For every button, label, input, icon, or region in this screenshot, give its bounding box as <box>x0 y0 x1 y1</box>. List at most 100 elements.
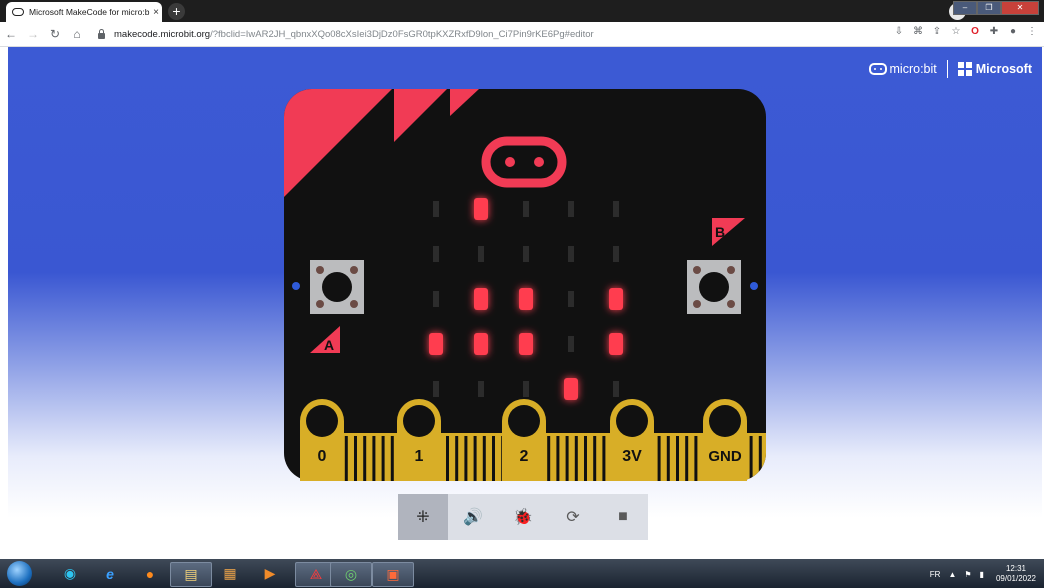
led-r1-c0 <box>433 246 439 262</box>
led-r0-c1 <box>474 198 488 220</box>
led-r3-c1 <box>474 333 488 355</box>
button-a[interactable] <box>310 260 364 314</box>
ie-icon[interactable]: e <box>90 562 130 585</box>
led-r1-c2 <box>523 246 529 262</box>
window-controls: – ❐ ✕ <box>953 1 1039 15</box>
back-icon[interactable]: ← <box>0 27 22 41</box>
pin-3v[interactable]: 3V <box>610 399 654 481</box>
clock-date: 09/01/2022 <box>995 574 1036 583</box>
system-tray: FR ▲ ⚑ ▮ 12:31 09/01/2022 <box>926 563 1036 585</box>
button-a-side-dot <box>292 282 300 290</box>
button-b-label: B <box>715 224 725 240</box>
tab-close-icon[interactable]: × <box>150 7 162 18</box>
browser-titlebar: Microsoft MakeCode for micro:bit × + ⌄ –… <box>0 0 1044 22</box>
simulator-icon: ⁜ <box>416 509 430 526</box>
action-center-flag-icon[interactable]: ⚑ <box>964 570 971 579</box>
button-b[interactable] <box>687 260 741 314</box>
tray-expand-icon[interactable]: ▲ <box>948 570 956 579</box>
firefox-icon[interactable]: ● <box>130 562 170 585</box>
led-r0-c4 <box>613 201 619 217</box>
led-r0-c2 <box>523 201 529 217</box>
led-r2-c1 <box>474 288 488 310</box>
led-r1-c3 <box>568 246 574 262</box>
close-window-button[interactable]: ✕ <box>1001 1 1039 15</box>
led-r4-c1 <box>478 381 484 397</box>
file-explorer-icon[interactable]: ▤ <box>170 562 212 587</box>
translate-icon[interactable]: ⌘ <box>912 26 924 37</box>
presentation-icon[interactable]: ▣ <box>372 562 414 587</box>
menu-kebab-icon[interactable]: ⋮ <box>1026 26 1038 37</box>
profile-icon[interactable]: ● <box>1007 26 1019 37</box>
browser-extensions: ⇩ ⌘ ⇪ ☆ O ✚ ● ⋮ <box>893 26 1038 37</box>
network-icon[interactable]: ▮ <box>980 570 984 579</box>
led-r2-c3 <box>568 291 574 307</box>
address-bar[interactable]: makecode.microbit.org /?fbclid=IwAR2JH_q… <box>94 24 864 44</box>
pin-2[interactable]: 2 <box>502 399 546 481</box>
windows-taskbar: ◉ e ● ▤ ▦ ▶ ⟁ ◎ ▣ FR ▲ ⚑ ▮ 12:31 09/01/2… <box>0 559 1044 588</box>
url-path: /?fbclid=IwAR2JH_qbnxXQo08cXsIei3DjDz0Fs… <box>210 28 594 40</box>
url-domain: makecode.microbit.org <box>114 28 211 40</box>
maximize-button[interactable]: ❐ <box>977 1 1001 15</box>
extensions-puzzle-icon[interactable]: ✚ <box>988 26 1000 37</box>
stop-icon: ■ <box>618 508 628 525</box>
media-player-icon[interactable]: ▶ <box>250 562 290 585</box>
lock-icon[interactable] <box>98 29 105 39</box>
led-r3-c2 <box>519 333 533 355</box>
pin-label: 2 <box>520 448 529 465</box>
archive-icon[interactable]: ▦ <box>210 562 250 585</box>
chrome-icon[interactable]: ◎ <box>330 562 372 587</box>
led-r2-c0 <box>433 291 439 307</box>
face-logo-eye-left <box>505 157 515 167</box>
new-tab-button[interactable]: + <box>168 3 185 20</box>
clock-time: 12:31 <box>1005 564 1026 573</box>
led-r2-c2 <box>519 288 533 310</box>
led-r2-c4 <box>609 288 623 310</box>
led-r3-c0 <box>429 333 443 355</box>
led-r1-c4 <box>613 246 619 262</box>
restart-button[interactable]: ⟳ <box>548 494 598 540</box>
language-indicator[interactable]: FR <box>930 570 941 579</box>
led-r3-c4 <box>609 333 623 355</box>
microbit-label: micro:bit <box>889 62 937 76</box>
reload-icon[interactable]: ↻ <box>44 27 66 41</box>
share-icon[interactable]: ⇪ <box>931 26 943 37</box>
start-button[interactable] <box>7 561 32 586</box>
bookmark-star-icon[interactable]: ☆ <box>950 26 962 37</box>
button-b-side-dot <box>750 282 758 290</box>
brand-header: micro:bit Microsoft <box>868 60 1032 78</box>
tab-title: Microsoft MakeCode for micro:bit <box>29 7 150 17</box>
microbit-board: A B 0 1 2 3V GND <box>284 89 766 481</box>
led-r0-c0 <box>433 201 439 217</box>
home-icon[interactable]: ⌂ <box>66 27 88 41</box>
led-r0-c3 <box>568 201 574 217</box>
microbit-logo-icon <box>868 63 887 75</box>
mute-audio-button[interactable]: 🔊 <box>448 494 498 540</box>
simulator-mode-button[interactable]: ⁜ <box>398 494 448 540</box>
microsoft-logo-icon <box>957 62 972 76</box>
forward-icon[interactable]: → <box>22 27 44 41</box>
minimize-button[interactable]: – <box>953 1 977 15</box>
install-app-icon[interactable]: ⇩ <box>893 26 905 37</box>
opera-extension-icon[interactable]: O <box>969 26 981 37</box>
stop-button[interactable]: ■ <box>598 494 648 540</box>
led-r4-c0 <box>433 381 439 397</box>
simulator-toolbar: ⁜ 🔊 🐞 ⟳ ■ <box>398 494 648 540</box>
led-r4-c2 <box>523 381 529 397</box>
button-a-label: A <box>324 337 334 353</box>
led-r1-c1 <box>478 246 484 262</box>
microbit-favicon-icon <box>12 8 24 16</box>
pin-1[interactable]: 1 <box>397 399 441 481</box>
edge-icon[interactable]: ◉ <box>50 562 90 585</box>
pin-gnd[interactable]: GND <box>703 399 747 481</box>
browser-tab[interactable]: Microsoft MakeCode for micro:bit × <box>6 2 162 22</box>
speaker-icon: 🔊 <box>463 509 483 526</box>
brand-divider <box>946 60 948 78</box>
pin-label: GND <box>708 448 742 465</box>
simulator-page: micro:bit Microsoft A B 0 1 2 3V GND ⁜ 🔊… <box>8 47 1042 559</box>
debug-button[interactable]: 🐞 <box>498 494 548 540</box>
pin-label: 1 <box>415 448 424 465</box>
face-logo-eye-right <box>534 157 544 167</box>
clock[interactable]: 12:31 09/01/2022 <box>996 564 1036 584</box>
pin-0[interactable]: 0 <box>300 399 344 481</box>
bug-icon: 🐞 <box>513 509 533 526</box>
